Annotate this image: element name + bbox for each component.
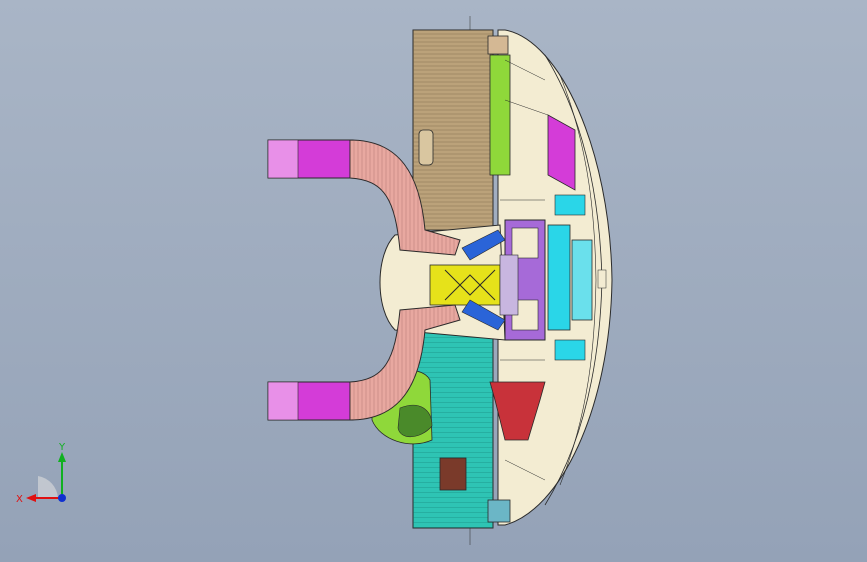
cad-viewport[interactable]: Y X	[0, 0, 867, 562]
orientation-triad: Y X	[16, 442, 66, 505]
y-axis-arrow-icon	[58, 452, 66, 462]
z-axis-dot-icon	[58, 494, 66, 502]
x-axis-arrow-icon	[26, 494, 36, 502]
cad-assembly-model[interactable]	[0, 0, 867, 562]
purple-frame	[499, 219, 546, 341]
y-axis-label: Y	[58, 442, 66, 453]
x-axis-label: X	[16, 494, 23, 505]
